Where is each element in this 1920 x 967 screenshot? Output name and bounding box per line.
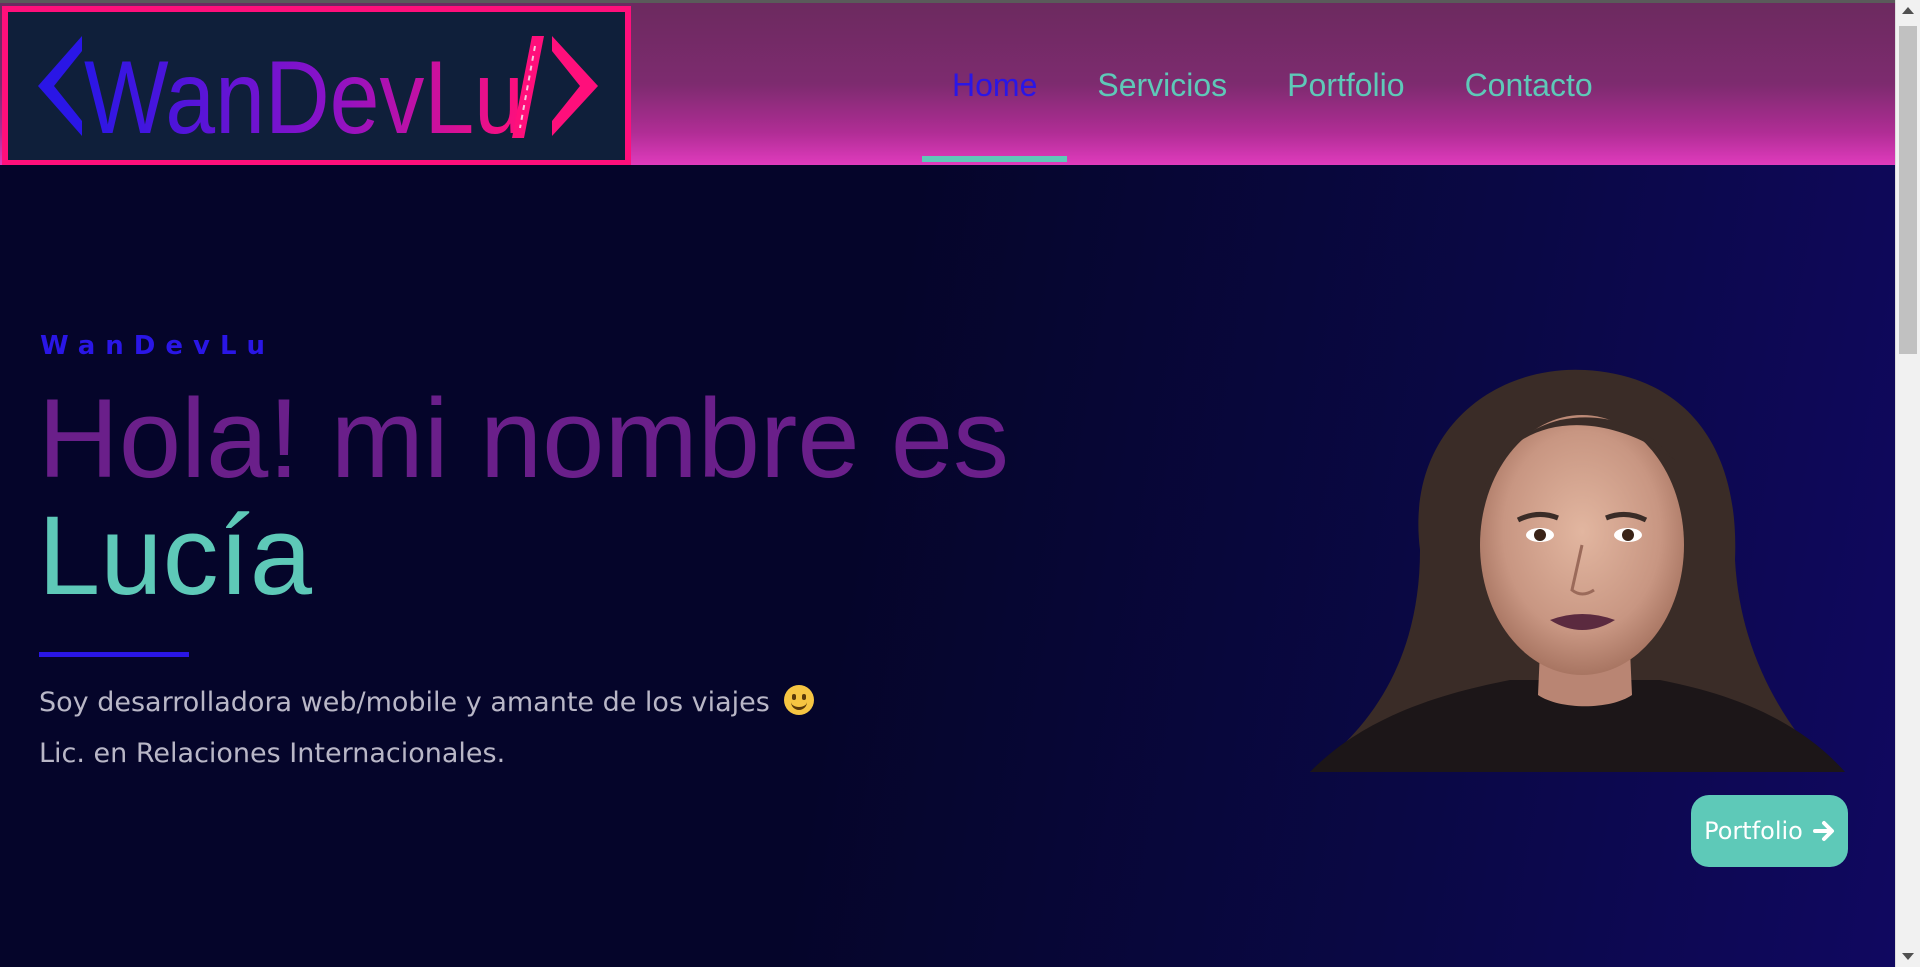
hero-divider (39, 652, 189, 657)
portfolio-cta-label: Portfolio (1704, 817, 1803, 845)
hero-eyebrow: WanDevLu (40, 331, 276, 361)
profile-photo (1310, 369, 1845, 772)
logo-right-chevron-icon (552, 36, 598, 136)
logo-text: WanDevLu (84, 40, 524, 151)
hero-bio-line-2: Lic. en Relaciones Internacionales. (39, 738, 506, 769)
nav-servicios[interactable]: Servicios (1067, 3, 1257, 168)
scroll-down-arrow-icon[interactable] (1902, 953, 1914, 960)
page: WanDevLu Home Servicios Portfolio Contac… (0, 0, 1920, 967)
site-header: WanDevLu Home Servicios Portfolio Contac… (0, 0, 1895, 168)
hero-bio-line-1-text: Soy desarrolladora web/mobile y amante d… (39, 687, 770, 718)
nav-contacto[interactable]: Contacto (1435, 3, 1623, 168)
main-nav: Home Servicios Portfolio Contacto (922, 3, 1623, 168)
logo-left-chevron-icon (38, 36, 82, 136)
scroll-thumb[interactable] (1899, 26, 1917, 354)
portfolio-cta-button[interactable]: Portfolio (1691, 795, 1848, 867)
slightly-smiling-face-icon (784, 685, 815, 715)
hero-name: Lucía (38, 493, 312, 618)
hero-bio-line-1: Soy desarrolladora web/mobile y amante d… (39, 685, 815, 718)
arrow-right-icon (1812, 821, 1834, 841)
nav-home[interactable]: Home (922, 3, 1068, 168)
logo: WanDevLu (38, 36, 598, 151)
nav-portfolio[interactable]: Portfolio (1257, 3, 1434, 168)
logo-link[interactable]: WanDevLu (2, 6, 631, 166)
page-scrollbar[interactable] (1895, 0, 1920, 967)
hero-headline: Hola! mi nombre es (38, 376, 1010, 501)
scroll-up-arrow-icon[interactable] (1902, 7, 1914, 14)
hero-section: WanDevLu Hola! mi nombre es Lucía Soy de… (0, 165, 1895, 967)
